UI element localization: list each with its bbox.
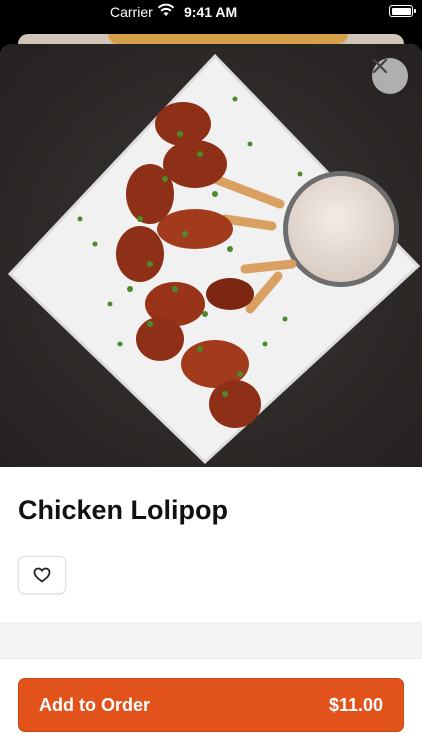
add-to-order-button[interactable]: Add to Order $11.00 — [18, 678, 404, 732]
item-detail-sheet: Chicken Lolipop Add to Order $11.00 — [0, 44, 422, 750]
add-to-order-label: Add to Order — [39, 694, 150, 715]
section-divider — [0, 622, 422, 659]
item-photo — [0, 44, 422, 467]
favorite-button[interactable] — [18, 556, 66, 594]
clock: 9:41 AM — [184, 4, 238, 20]
price-label: $11.00 — [328, 694, 383, 715]
item-title: Chicken Lolipop — [18, 495, 229, 525]
battery-icon — [389, 5, 416, 17]
close-button[interactable] — [372, 58, 408, 94]
carrier-label: Carrier — [110, 4, 153, 20]
heart-outline-icon — [33, 567, 51, 583]
close-icon — [372, 58, 388, 74]
status-bar: Carrier 9:41 AM — [0, 0, 422, 24]
wifi-icon — [157, 3, 175, 16]
